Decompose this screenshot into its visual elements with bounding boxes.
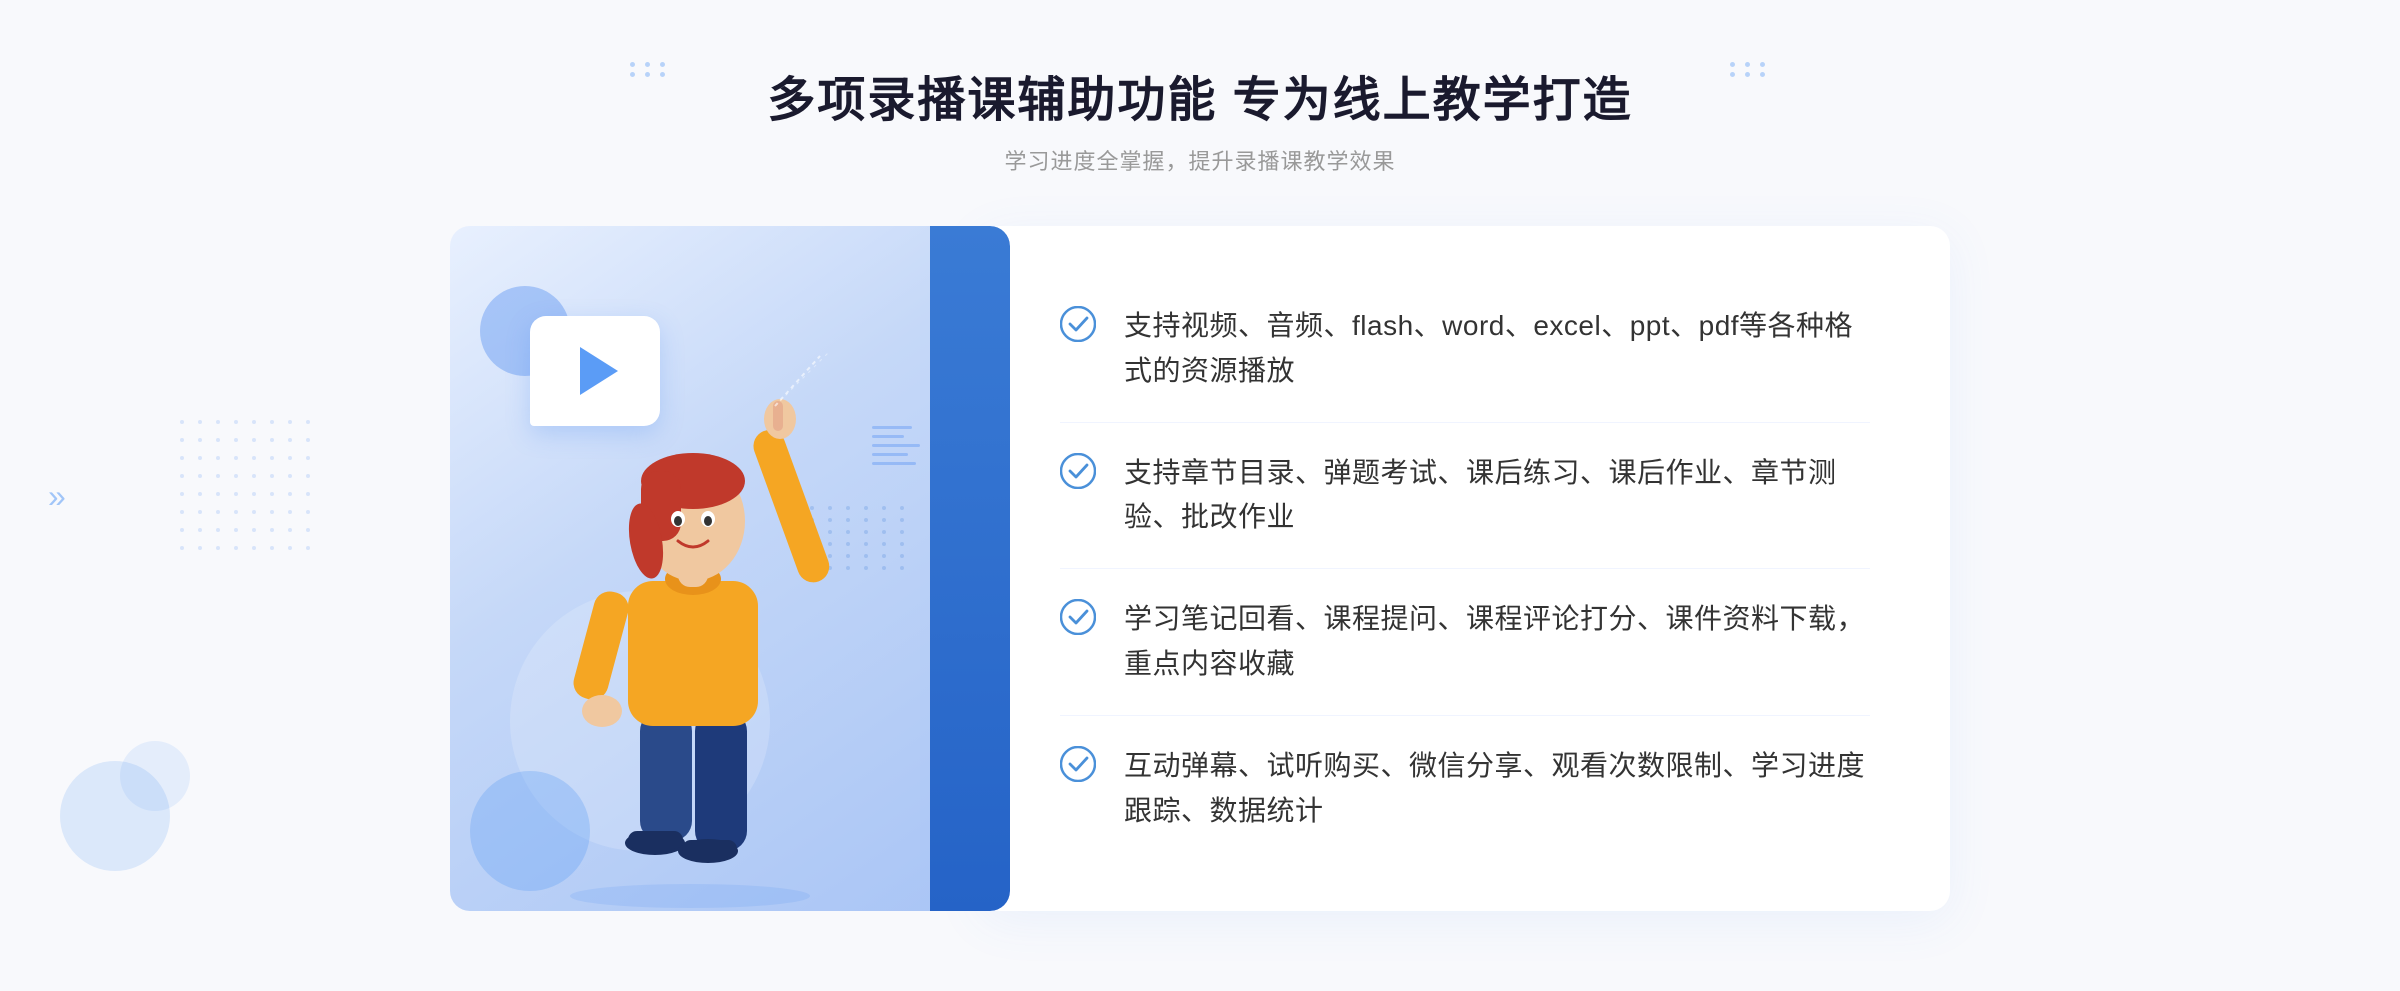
- feature-item-2: 支持章节目录、弹题考试、课后练习、课后作业、章节测验、批改作业: [1060, 423, 1870, 570]
- chevron-icon-1: »: [48, 480, 66, 512]
- features-card: 支持视频、音频、flash、word、excel、ppt、pdf等各种格式的资源…: [980, 226, 1950, 911]
- title-dots-left: [630, 62, 670, 77]
- check-icon-2: [1060, 453, 1096, 489]
- illustration-card: [450, 226, 1010, 911]
- content-area: 支持视频、音频、flash、word、excel、ppt、pdf等各种格式的资源…: [450, 226, 1950, 911]
- dot-decoration-left: [180, 420, 318, 558]
- feature-item-3: 学习笔记回看、课程提问、课程评论打分、课件资料下载，重点内容收藏: [1060, 569, 1870, 716]
- feature-text-3: 学习笔记回看、课程提问、课程评论打分、课件资料下载，重点内容收藏: [1124, 597, 1870, 687]
- feature-text-2: 支持章节目录、弹题考试、课后练习、课后作业、章节测验、批改作业: [1124, 451, 1870, 541]
- page-deco-circle-small: [120, 741, 190, 811]
- blue-accent-strip: [930, 226, 1010, 911]
- page-subtitle: 学习进度全掌握，提升录播课教学效果: [767, 144, 1632, 176]
- chevrons-decoration: »: [48, 480, 66, 512]
- check-icon-3: [1060, 599, 1096, 635]
- feature-item-4: 互动弹幕、试听购买、微信分享、观看次数限制、学习进度跟踪、数据统计: [1060, 716, 1870, 862]
- page-wrapper: » 多项录播课辅助功能 专为线上教学打造 学习进度全掌握，提升录播课教学效果: [0, 0, 2400, 991]
- check-icon-4: [1060, 746, 1096, 782]
- feature-text-4: 互动弹幕、试听购买、微信分享、观看次数限制、学习进度跟踪、数据统计: [1124, 744, 1870, 834]
- title-dots-right: [1730, 62, 1770, 77]
- feature-item-1: 支持视频、音频、flash、word、excel、ppt、pdf等各种格式的资源…: [1060, 276, 1870, 423]
- page-title: 多项录播课辅助功能 专为线上教学打造: [767, 60, 1632, 130]
- page-header: 多项录播课辅助功能 专为线上教学打造 学习进度全掌握，提升录播课教学效果: [767, 60, 1632, 176]
- feature-text-1: 支持视频、音频、flash、word、excel、ppt、pdf等各种格式的资源…: [1124, 304, 1870, 394]
- person-illustration: [510, 351, 890, 911]
- check-icon-1: [1060, 306, 1096, 342]
